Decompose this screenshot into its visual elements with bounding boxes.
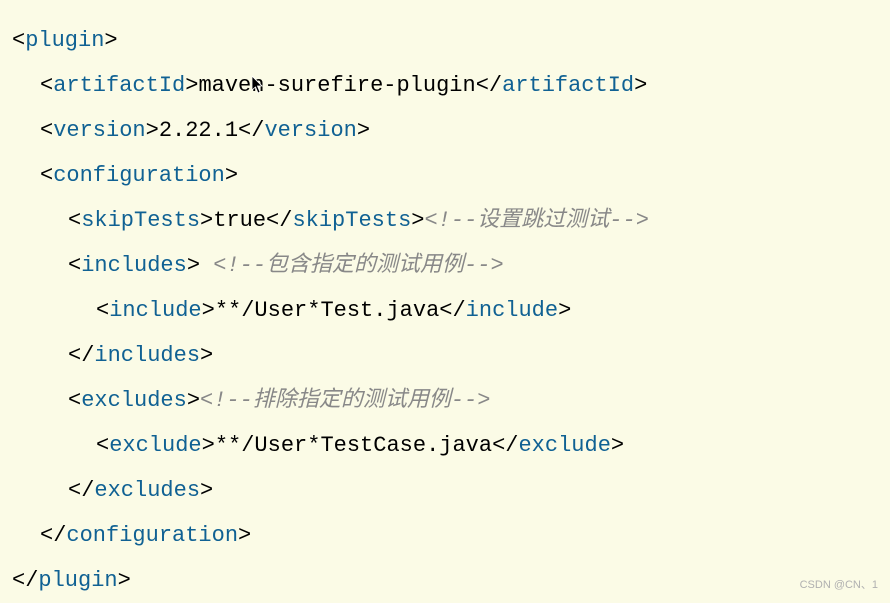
angle-close: >: [185, 73, 198, 98]
tag-artifactid-close: artifactId: [502, 73, 634, 98]
tag-includes-open: includes: [81, 253, 187, 278]
angle-close: >: [200, 208, 213, 233]
angle-open: <: [40, 73, 53, 98]
angle-open: <: [96, 298, 109, 323]
code-line: <exclude>**/User*TestCase.java</exclude>: [12, 423, 878, 468]
code-line: <artifactId>maven-surefire-plugin</artif…: [12, 63, 878, 108]
angle-open-slash: </: [68, 343, 94, 368]
angle-open-slash: </: [492, 433, 518, 458]
exclude-value: **/User*TestCase.java: [215, 433, 492, 458]
angle-close: >: [411, 208, 424, 233]
version-value: 2.22.1: [159, 118, 238, 143]
comment-excludes: <!--排除指定的测试用例-->: [200, 388, 490, 413]
tag-exclude-close: exclude: [518, 433, 610, 458]
angle-close: >: [200, 478, 213, 503]
code-line: <skipTests>true</skipTests><!--设置跳过测试-->: [12, 198, 878, 243]
artifactid-value: maven-surefire-plugin: [198, 73, 475, 98]
comment-includes: <!--包含指定的测试用例-->: [200, 253, 504, 278]
angle-open-slash: </: [12, 568, 38, 593]
code-line: </excludes>: [12, 468, 878, 513]
code-line: <excludes><!--排除指定的测试用例-->: [12, 378, 878, 423]
tag-skiptests-open: skipTests: [81, 208, 200, 233]
tag-version-open: version: [53, 118, 145, 143]
skiptests-value: true: [213, 208, 266, 233]
angle-open-slash: </: [68, 478, 94, 503]
tag-include-open: include: [109, 298, 201, 323]
angle-close: >: [225, 163, 238, 188]
angle-open-slash: </: [439, 298, 465, 323]
tag-excludes-close: excludes: [94, 478, 200, 503]
code-line: <include>**/User*Test.java</include>: [12, 288, 878, 333]
tag-skiptests-close: skipTests: [292, 208, 411, 233]
angle-open-slash: </: [238, 118, 264, 143]
watermark: CSDN @CN、1: [800, 576, 878, 592]
angle-open-slash: </: [40, 523, 66, 548]
code-line: <plugin>: [12, 18, 878, 63]
code-line: <version>2.22.1</version>: [12, 108, 878, 153]
angle-close: >: [611, 433, 624, 458]
include-value: **/User*Test.java: [215, 298, 439, 323]
angle-close: >: [357, 118, 370, 143]
angle-open: <: [40, 118, 53, 143]
angle-close: >: [202, 433, 215, 458]
tag-configuration-close: configuration: [66, 523, 238, 548]
angle-close: >: [238, 523, 251, 548]
tag-plugin-close: plugin: [38, 568, 117, 593]
code-line: <configuration>: [12, 153, 878, 198]
angle-close: >: [104, 28, 117, 53]
tag-exclude-open: exclude: [109, 433, 201, 458]
tag-include-close: include: [466, 298, 558, 323]
angle-open-slash: </: [266, 208, 292, 233]
angle-open: <: [40, 163, 53, 188]
comment-skiptests: <!--设置跳过测试-->: [424, 208, 648, 233]
angle-open: <: [68, 208, 81, 233]
angle-open: <: [68, 388, 81, 413]
angle-open: <: [96, 433, 109, 458]
code-line: <includes> <!--包含指定的测试用例-->: [12, 243, 878, 288]
tag-configuration-open: configuration: [53, 163, 225, 188]
angle-close: >: [146, 118, 159, 143]
tag-includes-close: includes: [94, 343, 200, 368]
angle-close: >: [187, 253, 200, 278]
angle-close: >: [558, 298, 571, 323]
tag-plugin-open: plugin: [25, 28, 104, 53]
angle-open: <: [68, 253, 81, 278]
angle-close: >: [202, 298, 215, 323]
code-line: </includes>: [12, 333, 878, 378]
tag-version-close: version: [264, 118, 356, 143]
code-line: </configuration>: [12, 513, 878, 558]
tag-artifactid-open: artifactId: [53, 73, 185, 98]
angle-close: >: [634, 73, 647, 98]
angle-close: >: [200, 343, 213, 368]
angle-open: <: [12, 28, 25, 53]
angle-close: >: [187, 388, 200, 413]
angle-close: >: [118, 568, 131, 593]
angle-open-slash: </: [476, 73, 502, 98]
tag-excludes-open: excludes: [81, 388, 187, 413]
code-line: </plugin>: [12, 558, 878, 603]
